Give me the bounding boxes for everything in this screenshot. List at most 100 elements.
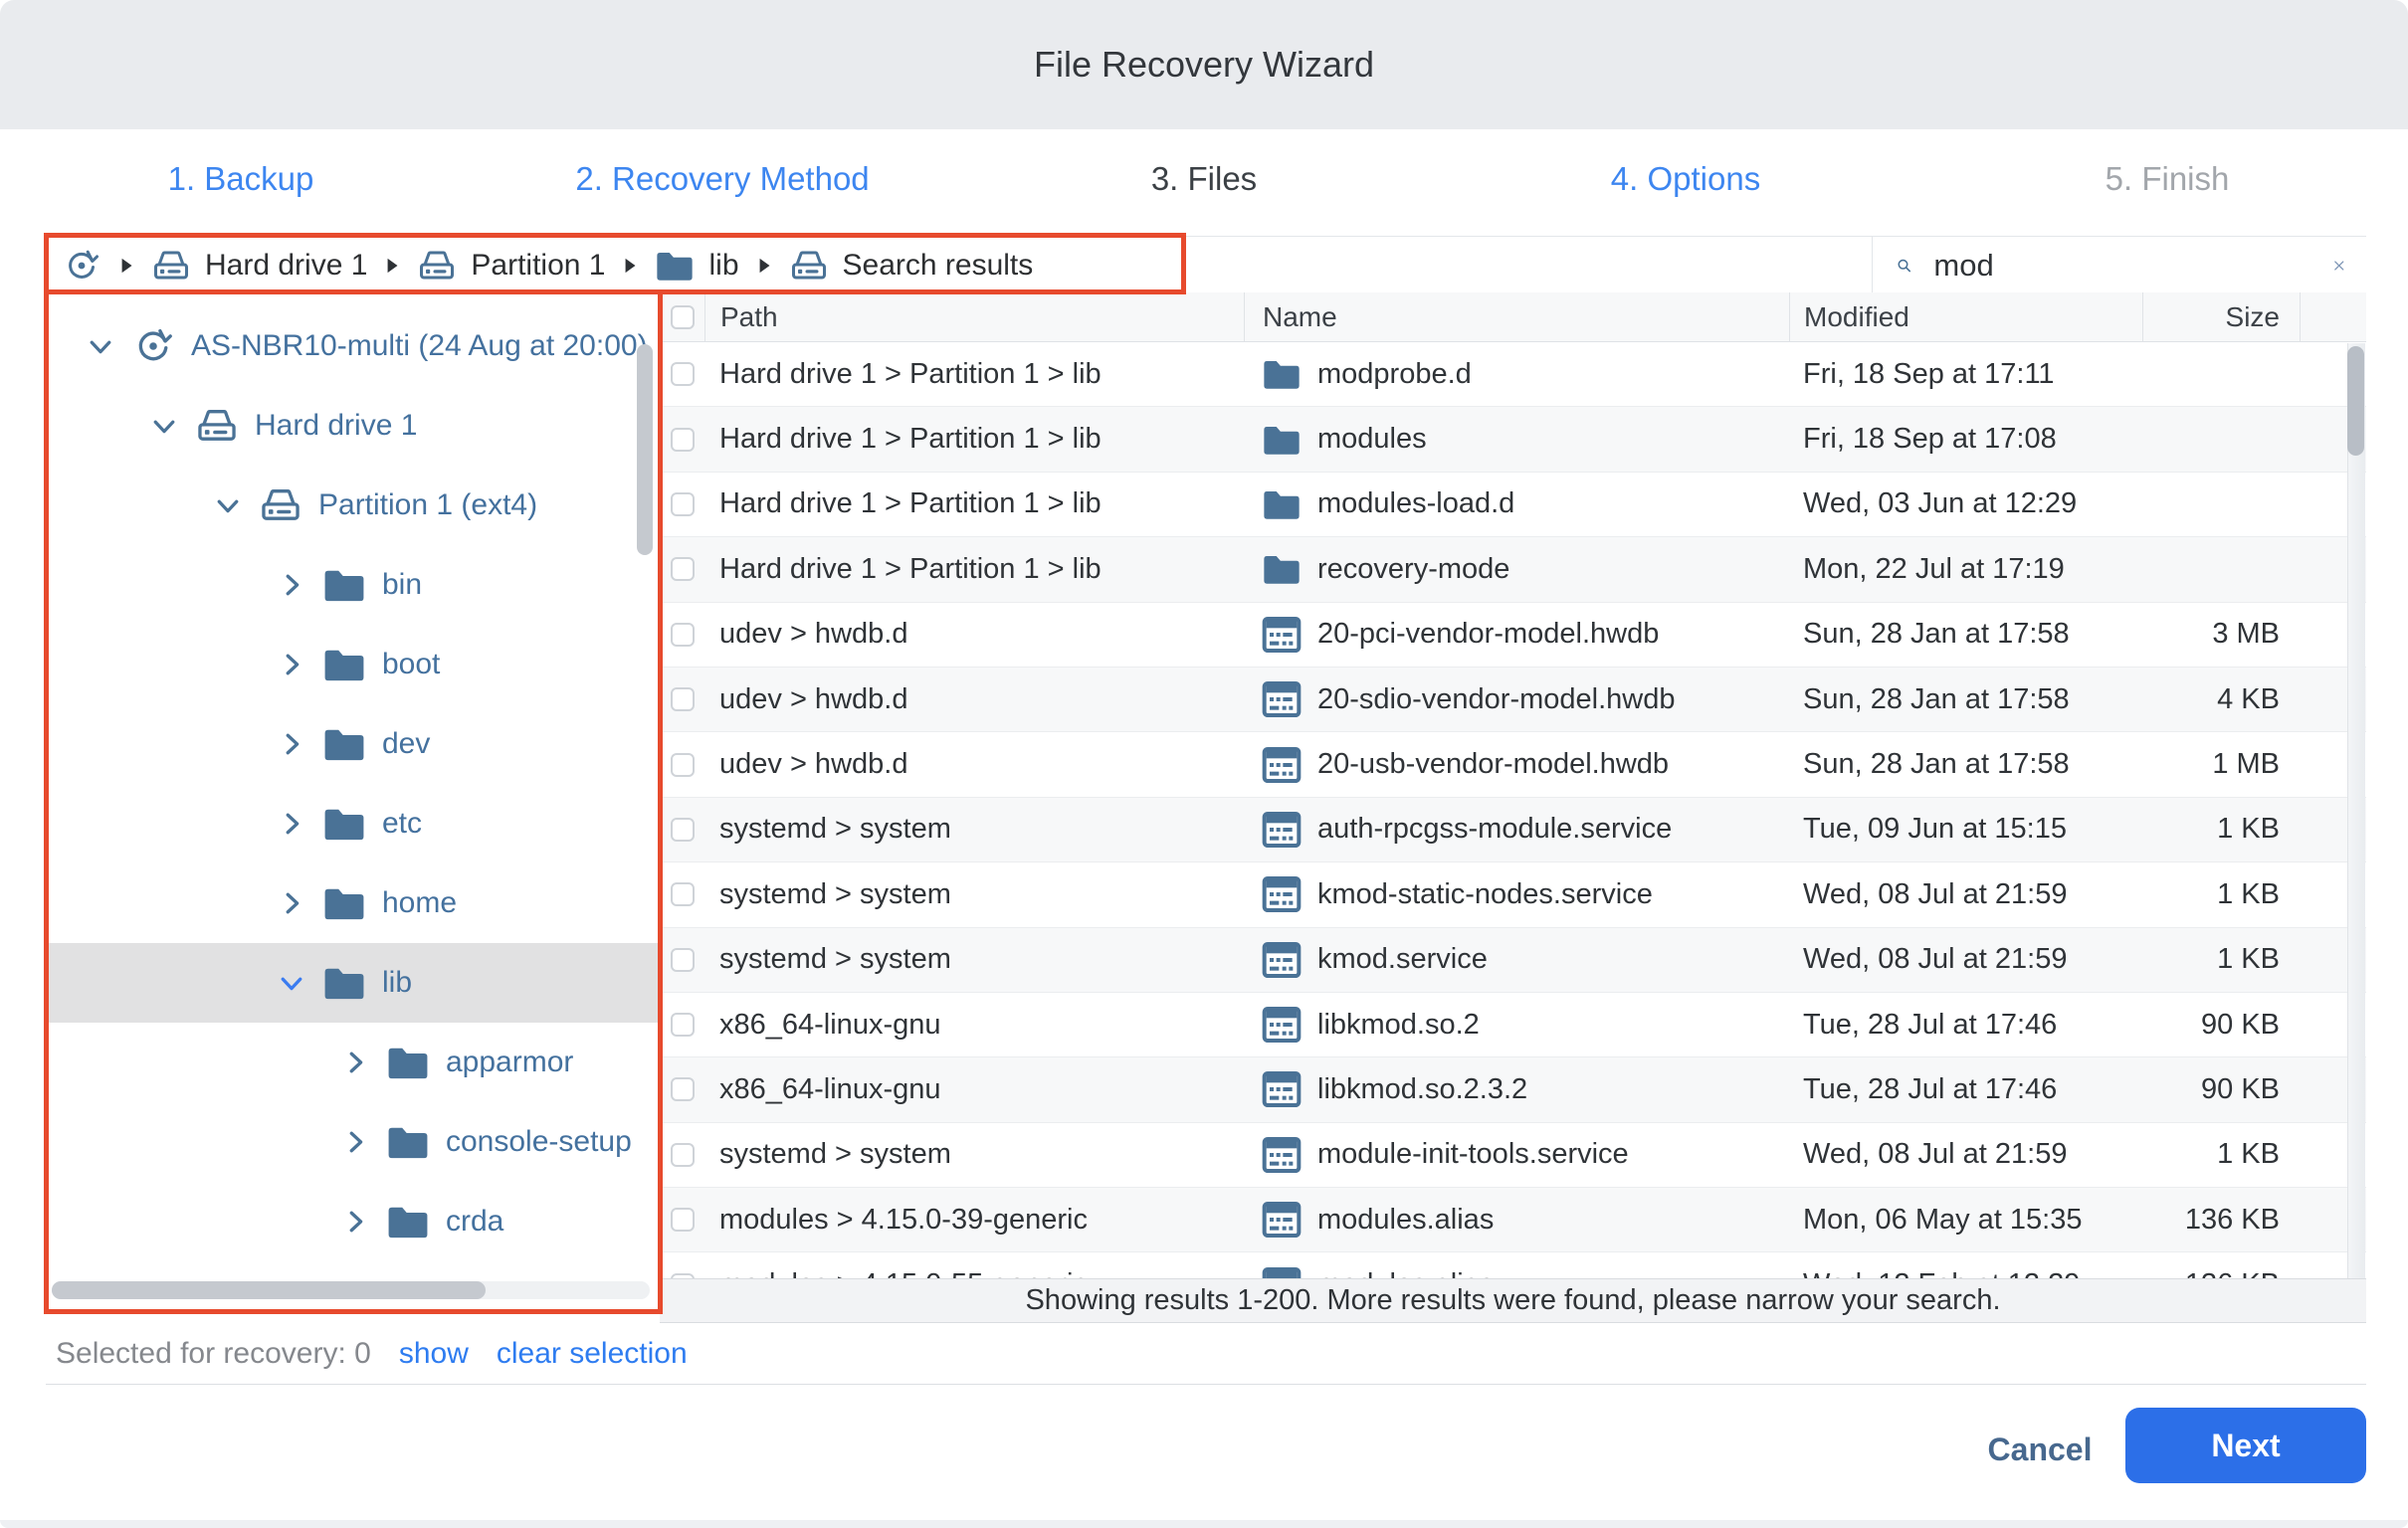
tree-item-crda[interactable]: crda [46, 1182, 660, 1261]
selected-for-recovery-label: Selected for recovery: 0 [56, 1337, 371, 1371]
select-all-checkbox[interactable] [671, 305, 695, 329]
table-row[interactable]: modules > 4.15.0-55-genericmodules.alias… [660, 1252, 2366, 1278]
tree-item-bin[interactable]: bin [46, 545, 660, 625]
breadcrumb-separator-icon [117, 255, 135, 277]
chevron-right-icon[interactable] [277, 729, 306, 759]
breadcrumb-item-search-results[interactable]: Search results [789, 248, 1034, 284]
table-row[interactable]: systemd > systemauth-rpcgss-module.servi… [660, 798, 2366, 862]
breadcrumb-label: lib [708, 249, 738, 283]
clear-selection-link[interactable]: clear selection [497, 1337, 688, 1371]
step-2-recovery-method[interactable]: 2. Recovery Method [482, 160, 963, 198]
table-row[interactable]: udev > hwdb.d20-sdio-vendor-model.hwdbSu… [660, 668, 2366, 732]
chevron-right-icon[interactable] [340, 1127, 370, 1157]
column-header-path[interactable]: Path [704, 292, 1244, 341]
row-modified: Sun, 28 Jan at 17:58 [1789, 748, 2142, 781]
table-row[interactable]: udev > hwdb.d20-usb-vendor-model.hwdbSun… [660, 732, 2366, 797]
tree-item-console-setup[interactable]: console-setup [46, 1102, 660, 1182]
folder-icon [322, 883, 366, 923]
results-status: Showing results 1-200. More results were… [660, 1278, 2366, 1323]
row-checkbox[interactable] [671, 623, 695, 647]
row-checkbox[interactable] [671, 753, 695, 777]
row-checkbox[interactable] [671, 428, 695, 452]
chevron-right-icon[interactable] [277, 570, 306, 600]
row-modified: Wed, 03 Jun at 12:29 [1789, 487, 2142, 520]
step-1-backup[interactable]: 1. Backup [0, 160, 482, 198]
row-checkbox[interactable] [671, 882, 695, 906]
tree-item-lib[interactable]: lib [46, 943, 660, 1023]
column-header-modified[interactable]: Modified [1789, 292, 2142, 341]
tree-item-home[interactable]: home [46, 863, 660, 943]
file-icon [1262, 810, 1302, 850]
tree-vertical-scrollbar[interactable] [637, 344, 653, 555]
table-row[interactable]: systemd > systemmodule-init-tools.servic… [660, 1123, 2366, 1188]
row-size: 136 KB [2142, 1268, 2300, 1278]
row-name: kmod-static-nodes.service [1317, 878, 1653, 911]
chevron-right-icon[interactable] [277, 888, 306, 918]
tree-item-partition-1-ext4[interactable]: Partition 1 (ext4) [46, 466, 660, 545]
tree-horizontal-scrollbar[interactable] [52, 1281, 486, 1299]
tree-item-apparmor[interactable]: apparmor [46, 1023, 660, 1102]
step-4-options[interactable]: 4. Options [1445, 160, 1926, 198]
chevron-right-icon[interactable] [277, 809, 306, 839]
row-checkbox[interactable] [671, 557, 695, 581]
tree-item-boot[interactable]: boot [46, 625, 660, 704]
table-row[interactable]: x86_64-linux-gnulibkmod.so.2Tue, 28 Jul … [660, 993, 2366, 1057]
table-row[interactable]: udev > hwdb.d20-pci-vendor-model.hwdbSun… [660, 603, 2366, 668]
chevron-down-icon[interactable] [149, 411, 179, 441]
breadcrumb-item-hard-drive-1[interactable]: Hard drive 1 [151, 248, 367, 284]
table-row[interactable]: Hard drive 1 > Partition 1 > librecovery… [660, 537, 2366, 602]
row-checkbox[interactable] [671, 1077, 695, 1101]
wizard-steps: 1. Backup2. Recovery Method3. Files4. Op… [0, 129, 2408, 229]
chevron-down-icon[interactable] [277, 968, 306, 998]
row-checkbox[interactable] [671, 492, 695, 516]
cancel-button[interactable]: Cancel [1945, 1421, 2134, 1476]
tree-item-label: crda [446, 1205, 503, 1239]
chevron-right-icon[interactable] [340, 1207, 370, 1237]
chevron-right-icon[interactable] [340, 1048, 370, 1077]
row-checkbox[interactable] [671, 1208, 695, 1232]
row-checkbox[interactable] [671, 1143, 695, 1167]
file-icon [1262, 679, 1302, 719]
row-checkbox[interactable] [671, 687, 695, 711]
table-row[interactable]: modules > 4.15.0-39-genericmodules.alias… [660, 1188, 2366, 1252]
row-size: 90 KB [2142, 1073, 2300, 1106]
tree-item-as-nbr10-multi-24-aug-at-20-00[interactable]: AS-NBR10-multi (24 Aug at 20:00) [46, 306, 660, 386]
table-row[interactable]: systemd > systemkmod-static-nodes.servic… [660, 862, 2366, 927]
tree-item-label: Hard drive 1 [255, 409, 417, 443]
search-input[interactable] [1931, 247, 2332, 285]
step-5-finish: 5. Finish [1926, 160, 2408, 198]
row-path: modules > 4.15.0-39-generic [704, 1204, 1244, 1237]
table-row[interactable]: x86_64-linux-gnulibkmod.so.2.3.2Tue, 28 … [660, 1057, 2366, 1122]
tree-item-dev[interactable]: dev [46, 704, 660, 784]
tree-item-hard-drive-1[interactable]: Hard drive 1 [46, 386, 660, 466]
table-row[interactable]: Hard drive 1 > Partition 1 > libmodulesF… [660, 407, 2366, 472]
breadcrumb-item-lib[interactable]: lib [655, 248, 738, 284]
show-link[interactable]: show [399, 1337, 469, 1371]
folder-icon [386, 1122, 430, 1162]
breadcrumb-item-root[interactable] [62, 248, 101, 284]
column-header-size[interactable]: Size [2142, 292, 2300, 341]
table-row[interactable]: Hard drive 1 > Partition 1 > libmodules-… [660, 473, 2366, 537]
chevron-down-icon[interactable] [213, 490, 243, 520]
row-modified: Tue, 28 Jul at 17:46 [1789, 1073, 2142, 1106]
row-checkbox[interactable] [671, 1013, 695, 1037]
breadcrumb-item-partition-1[interactable]: Partition 1 [417, 248, 605, 284]
file-icon [1262, 1200, 1302, 1240]
column-header-name[interactable]: Name [1244, 292, 1789, 341]
table-row[interactable]: Hard drive 1 > Partition 1 > libmodprobe… [660, 342, 2366, 407]
tree-item-label: apparmor [446, 1046, 573, 1079]
chevron-down-icon[interactable] [86, 331, 115, 361]
row-size: 1 KB [2142, 943, 2300, 976]
chevron-right-icon[interactable] [277, 650, 306, 679]
row-checkbox[interactable] [671, 948, 695, 972]
row-checkbox[interactable] [671, 362, 695, 386]
close-icon[interactable] [2332, 251, 2346, 281]
search-box[interactable] [1872, 237, 2366, 293]
row-modified: Wed, 08 Jul at 21:59 [1789, 878, 2142, 911]
folder-icon [1262, 484, 1302, 524]
table-vertical-scrollbar[interactable] [2347, 346, 2364, 456]
row-checkbox[interactable] [671, 818, 695, 842]
next-button[interactable]: Next [2125, 1408, 2366, 1483]
table-row[interactable]: systemd > systemkmod.serviceWed, 08 Jul … [660, 928, 2366, 993]
tree-item-etc[interactable]: etc [46, 784, 660, 863]
